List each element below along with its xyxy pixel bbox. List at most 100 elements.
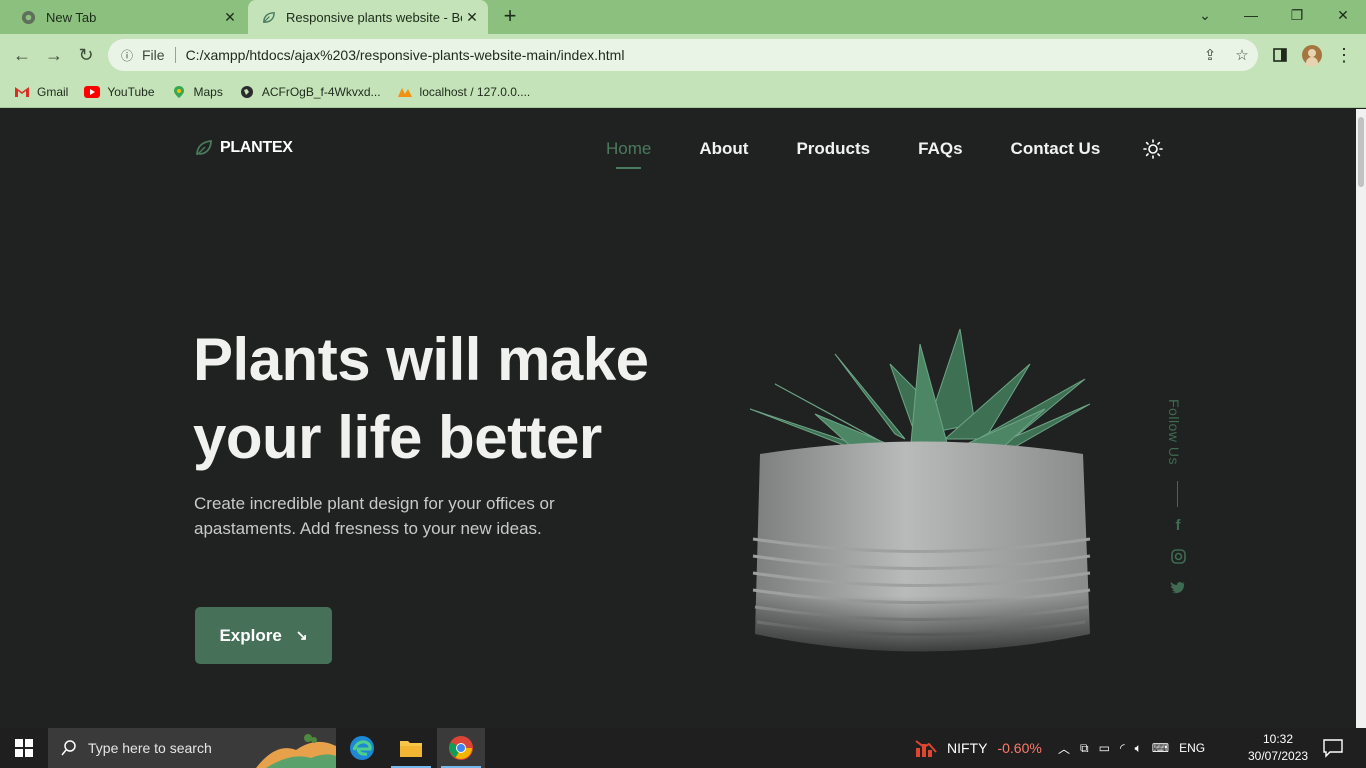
bookmark-label: ACFrOgB_f-4Wkvxd... xyxy=(261,84,381,99)
close-tab-icon[interactable]: ✕ xyxy=(220,7,240,27)
follow-us-sidebar: Follow Us f xyxy=(1164,399,1192,599)
leaf-icon xyxy=(260,9,276,25)
scrollbar-thumb[interactable] xyxy=(1358,117,1364,187)
ticker-change: -0.60% xyxy=(997,740,1042,756)
hero-title-line-1: Plants will make xyxy=(193,326,649,393)
new-tab-button[interactable]: + xyxy=(498,5,522,29)
keyboard-icon[interactable]: ⌨ xyxy=(1152,741,1169,755)
bookmark-maps[interactable]: Maps xyxy=(171,85,223,99)
main-nav: Home About Products FAQs Contact Us xyxy=(606,139,1148,169)
instagram-icon[interactable] xyxy=(1170,548,1186,564)
hero-title: Plants will make your life better xyxy=(193,321,713,477)
tab-search-icon[interactable]: ⌄ xyxy=(1182,0,1228,30)
chrome-icon xyxy=(449,736,473,760)
hero-title-line-2: your life better xyxy=(193,404,602,471)
restore-icon[interactable]: ❐ xyxy=(1274,0,1320,30)
bookmark-youtube[interactable]: YouTube xyxy=(84,84,155,99)
stock-chart-icon xyxy=(915,740,937,757)
bookmark-label: YouTube xyxy=(107,84,155,99)
volume-icon[interactable]: 🔈︎ xyxy=(1135,741,1142,756)
nav-about[interactable]: About xyxy=(699,139,748,159)
bookmark-label: Maps xyxy=(193,84,223,99)
divider xyxy=(1177,481,1178,507)
taskbar-chrome[interactable] xyxy=(437,728,485,768)
back-icon[interactable]: ← xyxy=(10,43,34,67)
bookmark-label: localhost / 127.0.0.... xyxy=(419,84,531,99)
nav-faqs[interactable]: FAQs xyxy=(918,139,962,159)
search-icon xyxy=(61,740,76,756)
share-icon[interactable]: ⇪ xyxy=(1194,46,1226,64)
info-icon[interactable]: ⓘ xyxy=(118,47,136,64)
search-placeholder: Type here to search xyxy=(88,740,212,756)
follow-us-label: Follow Us xyxy=(1166,399,1182,465)
bookmark-gmail[interactable]: Gmail xyxy=(14,85,68,99)
succulent-pot-image xyxy=(745,324,1097,664)
minimize-icon[interactable]: — xyxy=(1228,0,1274,30)
url-text[interactable]: C:/xampp/htdocs/ajax%203/responsive-plan… xyxy=(186,47,1194,63)
arrow-down-right-icon: ↘ xyxy=(295,627,308,643)
tab-plants-website[interactable]: Responsive plants website - Bedi ✕ xyxy=(248,0,488,34)
stock-ticker-widget[interactable]: NIFTY -0.60% xyxy=(915,728,1042,768)
ticker-name: NIFTY xyxy=(947,740,988,756)
logo-text: PLANTEX xyxy=(220,139,293,156)
taskbar-clock[interactable]: 10:32 30/07/2023 xyxy=(1248,731,1308,765)
system-tray: ︿ ⧉ ▭ ◜ 🔈︎ ⌨ ENG xyxy=(1058,728,1215,768)
close-window-icon[interactable]: ✕ xyxy=(1320,0,1366,30)
nav-home[interactable]: Home xyxy=(606,139,651,169)
meet-now-icon[interactable]: ⧉ xyxy=(1080,741,1089,756)
profile-avatar[interactable] xyxy=(1300,43,1324,67)
edge-icon xyxy=(350,736,374,760)
tab-label: Responsive plants website - Bedi xyxy=(286,9,462,25)
site-logo[interactable]: PLANTEX xyxy=(195,139,293,157)
plants-website: PLANTEX Home About Products FAQs Contact… xyxy=(0,109,1356,728)
scheme-label: File xyxy=(142,47,165,63)
language-indicator[interactable]: ENG xyxy=(1179,741,1205,755)
menu-kebab-icon[interactable]: ⋮ xyxy=(1332,43,1356,67)
notification-icon[interactable] xyxy=(1322,738,1344,758)
hero-description: Create incredible plant design for your … xyxy=(194,494,555,538)
phpmyadmin-icon xyxy=(397,85,413,99)
page-scrollbar[interactable] xyxy=(1356,109,1366,728)
chevron-up-icon[interactable]: ︿ xyxy=(1058,740,1070,757)
window-controls: ⌄ — ❐ ✕ xyxy=(1182,0,1366,34)
bookmark-localhost[interactable]: localhost / 127.0.0.... xyxy=(397,84,531,99)
windows-start-icon[interactable] xyxy=(0,728,48,768)
windows-taskbar: Type here to search NIFTY -0.60% ︿ ⧉ ▭ ◜… xyxy=(0,728,1366,768)
side-panel-icon[interactable] xyxy=(1268,43,1292,67)
bookmark-star-icon[interactable]: ☆ xyxy=(1226,46,1258,64)
address-bar[interactable]: ⓘ File C:/xampp/htdocs/ajax%203/responsi… xyxy=(108,39,1258,71)
facebook-icon[interactable]: f xyxy=(1170,517,1186,534)
forward-icon[interactable]: → xyxy=(42,43,66,67)
nav-contact-us[interactable]: Contact Us xyxy=(1011,139,1101,159)
browser-tab-strip: New Tab ✕ Responsive plants website - Be… xyxy=(0,0,1366,34)
divider xyxy=(174,47,176,63)
taskbar-search-box[interactable]: Type here to search xyxy=(48,728,336,768)
browser-toolbar: ← → ↻ ⓘ File C:/xampp/htdocs/ajax%203/re… xyxy=(0,34,1366,76)
clock-time: 10:32 xyxy=(1262,732,1294,746)
nav-products[interactable]: Products xyxy=(796,139,870,159)
gmail-icon xyxy=(14,85,30,99)
bookmark-label: Gmail xyxy=(37,84,69,99)
tab-new-tab[interactable]: New Tab ✕ xyxy=(8,0,246,34)
file-explorer-icon xyxy=(400,741,422,757)
tab-label: New Tab xyxy=(46,9,97,25)
wifi-icon[interactable]: ◜ xyxy=(1120,741,1125,755)
globe-icon xyxy=(239,85,255,99)
twitter-icon[interactable] xyxy=(1170,579,1186,595)
chrome-icon xyxy=(20,9,36,25)
taskbar-edge[interactable] xyxy=(338,728,386,768)
leaf-icon xyxy=(196,139,212,156)
close-tab-icon[interactable]: ✕ xyxy=(462,7,482,27)
clock-date: 30/07/2023 xyxy=(1248,749,1309,763)
youtube-icon xyxy=(84,85,101,99)
explore-label: Explore xyxy=(219,625,282,645)
sun-icon[interactable] xyxy=(1143,139,1163,159)
maps-icon xyxy=(171,85,187,99)
battery-icon[interactable]: ▭ xyxy=(1099,741,1110,755)
taskbar-file-explorer[interactable] xyxy=(387,728,435,768)
search-highlight-image xyxy=(256,734,336,768)
explore-button[interactable]: Explore ↘ xyxy=(195,607,332,664)
reload-icon[interactable]: ↻ xyxy=(74,43,98,67)
bookmark-acfrogb[interactable]: ACFrOgB_f-4Wkvxd... xyxy=(239,85,381,99)
bookmarks-bar: Gmail YouTube Maps ACFrOgB_f-4Wkvxd... l… xyxy=(0,76,1366,108)
